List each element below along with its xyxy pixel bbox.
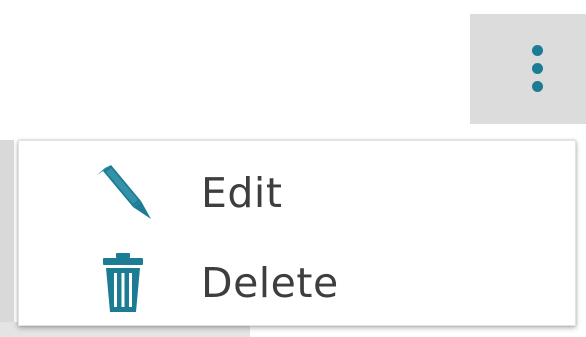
menu-item-label: Delete [201, 259, 339, 307]
kebab-dot [532, 45, 543, 56]
kebab-dot [532, 63, 543, 74]
more-options-button[interactable] [470, 14, 586, 124]
screen: Edit Delete [0, 0, 586, 337]
kebab-dot [532, 81, 543, 92]
trash-icon [103, 253, 143, 312]
menu-item-edit[interactable]: Edit [19, 145, 575, 235]
background-content [0, 140, 14, 330]
context-menu: Edit Delete [18, 140, 576, 326]
pencil-icon [97, 165, 151, 219]
menu-item-label: Edit [201, 169, 283, 217]
menu-item-delete[interactable]: Delete [19, 235, 575, 325]
